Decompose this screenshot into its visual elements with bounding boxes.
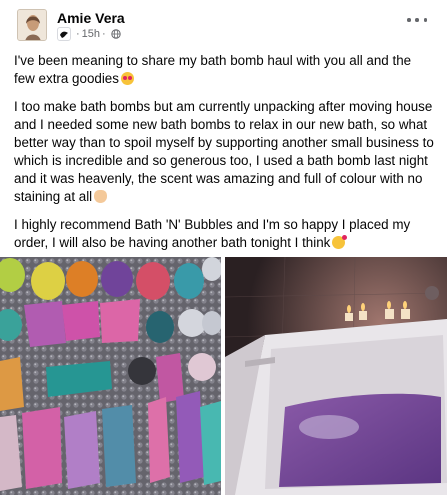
post-text: I've been meaning to share my bath bomb … xyxy=(14,52,434,262)
palms-up-emoji-icon xyxy=(94,190,108,203)
post-paragraph: I highly recommend Bath 'N' Bubbles and … xyxy=(14,216,434,252)
paragraph-text: I highly recommend Bath 'N' Bubbles and … xyxy=(14,217,411,250)
author-name[interactable]: Amie Vera xyxy=(57,10,125,26)
bath-bombs-image xyxy=(0,257,221,495)
post-paragraph: I've been meaning to share my bath bomb … xyxy=(14,52,434,88)
globe-icon xyxy=(111,29,121,39)
paragraph-text: I too make bath bombs but am currently u… xyxy=(14,99,434,204)
smiling-face-with-hearts-emoji-icon xyxy=(332,235,348,249)
post-meta: · 15h · xyxy=(57,27,121,41)
heart-eyes-emoji-icon xyxy=(120,72,134,85)
more-dot-icon xyxy=(407,18,411,22)
meta-separator-2: · xyxy=(102,28,106,40)
avatar[interactable] xyxy=(17,9,47,41)
post-time[interactable]: 15h xyxy=(82,28,100,40)
bathtub-image xyxy=(225,257,447,495)
bath-bombs-photo[interactable] xyxy=(0,257,221,495)
paragraph-text: I've been meaning to share my bath bomb … xyxy=(14,53,412,86)
more-options-button[interactable] xyxy=(407,12,427,28)
avatar-image xyxy=(18,10,46,40)
photo-grid xyxy=(0,257,447,495)
badge-icon xyxy=(57,27,71,41)
meta-separator: · xyxy=(76,28,80,40)
more-dot-icon xyxy=(415,18,419,22)
more-dot-icon xyxy=(423,18,427,22)
post-header: Amie Vera · 15h · xyxy=(0,0,447,50)
bathtub-photo[interactable] xyxy=(225,257,447,495)
post-paragraph: I too make bath bombs but am currently u… xyxy=(14,98,434,206)
